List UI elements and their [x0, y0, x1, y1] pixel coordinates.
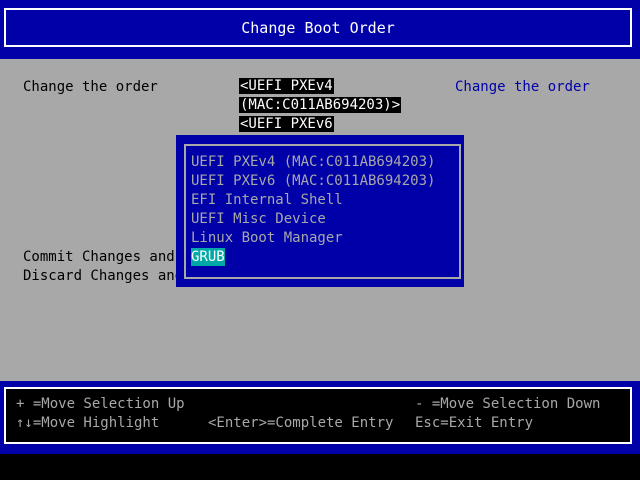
key-help-move-down: - =Move Selection Down — [415, 396, 601, 412]
boot-order-popup: UEFI PXEv4 (MAC:C011AB694203) UEFI PXEv6… — [176, 135, 464, 287]
header-frame: Change Boot Order — [4, 8, 632, 47]
footer-bar: + =Move Selection Up - =Move Selection D… — [0, 381, 640, 454]
bottom-strip — [0, 454, 640, 480]
popup-item-grub-selected[interactable]: GRUB — [191, 248, 225, 266]
discard-changes-option[interactable]: Discard Changes and — [23, 268, 183, 284]
order-value-line-2[interactable]: (MAC:C011AB694203)> — [239, 97, 402, 113]
order-value-line-3[interactable]: <UEFI PXEv6 — [239, 116, 334, 132]
page-title: Change Boot Order — [241, 18, 395, 37]
popup-item-uefi-pxev4[interactable]: UEFI PXEv4 (MAC:C011AB694203) — [191, 153, 435, 171]
change-order-label: Change the order — [23, 79, 158, 95]
key-help-panel: + =Move Selection Up - =Move Selection D… — [4, 387, 632, 444]
popup-item-efi-internal-shell[interactable]: EFI Internal Shell — [191, 191, 343, 209]
commit-changes-option[interactable]: Commit Changes and — [23, 249, 175, 265]
popup-item-uefi-misc-device[interactable]: UEFI Misc Device — [191, 210, 326, 228]
key-help-exit-entry: Esc=Exit Entry — [415, 415, 534, 431]
order-value-line-1[interactable]: <UEFI PXEv4 — [239, 78, 334, 94]
key-help-move-highlight: ↑↓=Move Highlight — [16, 415, 160, 431]
popup-item-linux-boot-manager[interactable]: Linux Boot Manager — [191, 229, 343, 247]
help-text: Change the order — [455, 79, 590, 95]
header-bar: Change Boot Order — [0, 0, 640, 59]
key-help-complete-entry: <Enter>=Complete Entry — [208, 415, 394, 431]
popup-item-uefi-pxev6[interactable]: UEFI PXEv6 (MAC:C011AB694203) — [191, 172, 435, 190]
key-help-move-up: + =Move Selection Up — [16, 396, 185, 412]
